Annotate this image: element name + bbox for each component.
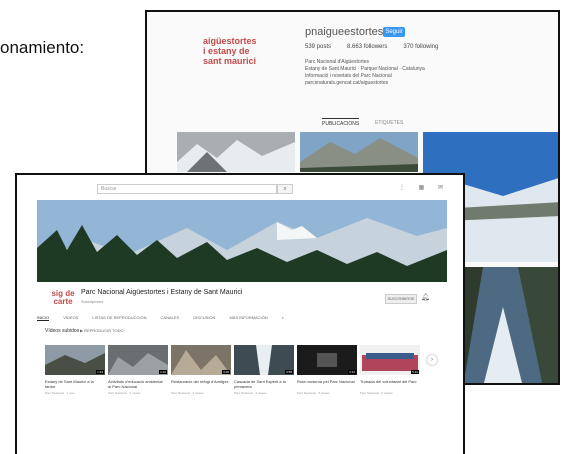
video-thumbnail[interactable]: 5:40 (360, 345, 420, 375)
tab-discussion[interactable]: DISCUSIÓN (193, 315, 215, 321)
tab-tagged[interactable]: ETIQUETES (375, 120, 403, 126)
subscriber-count: Suscriptores (81, 299, 104, 304)
chevron-right-icon[interactable]: › (427, 355, 437, 365)
bio-line: Informació i novetats del Parc Nacional (305, 73, 392, 79)
subscribe-button[interactable]: SUSCRIBIRSE (385, 294, 417, 304)
tab-videos[interactable]: VÍDEOS (63, 315, 78, 321)
tab-about[interactable]: MÁS INFORMACIÓN (229, 315, 267, 321)
caption-text: onamiento: (0, 38, 85, 57)
video-duration: 0:58 (285, 370, 293, 374)
avatar-line: carte (53, 297, 73, 306)
video-duration: 1:24 (96, 370, 104, 374)
video-meta: Parc Nacional · 3 meses (171, 391, 204, 395)
play-all-button[interactable]: ▶ REPRODUCIR TODO (80, 328, 124, 333)
video-thumbnail[interactable]: 1:24 (45, 345, 105, 375)
bio-line: Estany de Sant Maurici · Parque Nacional… (305, 66, 425, 72)
video-meta: Parc Nacional · 5 meses (297, 391, 330, 395)
channel-nav-tabs: INICIO VÍDEOS LISTAS DE REPRODUCCIÓN CAN… (37, 315, 447, 321)
instagram-username: pnaigueestortes (305, 26, 384, 38)
video-thumbnail[interactable]: 0:58 (234, 345, 294, 375)
youtube-channel-screenshot: Buscar ⌕ ⋮ ▦ ✉ sig de carte Parc Naciona… (15, 173, 465, 454)
video-duration: 4:05 (222, 370, 230, 374)
video-meta: Parc Nacional · 6 meses (360, 391, 393, 395)
video-thumbnail[interactable]: 2:10 (108, 345, 168, 375)
profile-stats: 539 posts 8.663 followers 370 following (305, 44, 438, 50)
posts-count: 539 posts (305, 44, 332, 50)
tab-playlists[interactable]: LISTAS DE REPRODUCCIÓN (92, 315, 146, 321)
search-input[interactable]: Buscar (97, 184, 277, 194)
video-title[interactable]: Activitats d'educació ambiental al Parc … (108, 379, 166, 389)
followers-count[interactable]: 8.663 followers (347, 44, 387, 50)
tab-channels[interactable]: CANALES (161, 315, 180, 321)
video-title[interactable]: Restauració del refugi d'Amitges (171, 379, 229, 384)
search-icon[interactable]: ⌕ (282, 315, 284, 321)
video-title[interactable]: Trobada del voluntariat del Parc (360, 379, 418, 384)
video-duration: 3:12 (348, 370, 356, 374)
channel-banner (37, 200, 447, 282)
bell-icon[interactable]: 🔔︎ (421, 293, 430, 301)
post-thumbnail[interactable] (300, 132, 418, 172)
video-title[interactable]: Estany de Sant Maurici a la tardor (45, 379, 103, 389)
header-icons[interactable]: ⋮ ▦ ✉ (399, 184, 449, 191)
following-count[interactable]: 370 following (403, 44, 438, 50)
logo-line: i estany de (203, 46, 250, 56)
profile-bio: Parc Nacional d'Aigüestortes Estany de S… (305, 59, 555, 87)
video-duration: 5:40 (411, 370, 419, 374)
section-title: Vídeos subidos (45, 328, 80, 334)
park-logo: aigüestortes i estany de sant maurici (203, 36, 271, 78)
video-meta: Parc Nacional · 2 meses (108, 391, 141, 395)
video-thumbnail[interactable]: 3:12 (297, 345, 357, 375)
tab-posts[interactable]: PUBLICACIONS (322, 118, 360, 127)
logo-line: aigüestortes (203, 36, 257, 46)
video-duration: 2:10 (159, 370, 167, 374)
video-thumbnail[interactable]: 4:05 (171, 345, 231, 375)
video-meta: Parc Nacional · 1 mes (45, 391, 75, 395)
tab-inicio[interactable]: INICIO (37, 315, 50, 321)
video-title[interactable]: Ruta nocturna pel Parc Nacional (297, 379, 355, 384)
video-title[interactable]: Cascada de Sant Esperit a la primavera (234, 379, 292, 389)
bio-link[interactable]: parcsnaturals.gencat.cat/aiguestortes (305, 80, 555, 87)
video-meta: Parc Nacional · 4 meses (234, 391, 267, 395)
bio-line: Parc Nacional d'Aigüestortes (305, 59, 370, 65)
logo-line: sant maurici (203, 56, 257, 66)
channel-avatar[interactable]: sig de carte (50, 286, 76, 312)
post-thumbnail[interactable] (177, 132, 295, 172)
follow-button[interactable]: Seguir (383, 27, 405, 37)
search-icon[interactable]: ⌕ (277, 184, 293, 194)
channel-name: Parc Nacional Aigüestortes i Estany de S… (81, 289, 243, 296)
